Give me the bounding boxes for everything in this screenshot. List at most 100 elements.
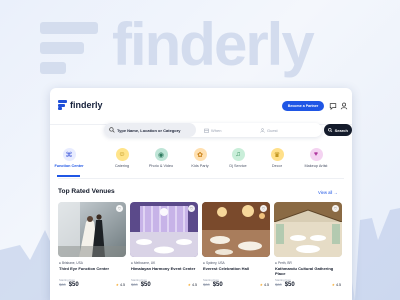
become-partner-button[interactable]: Become a Partner — [282, 101, 324, 111]
venue-location-text: Sydney, USA — [205, 261, 225, 265]
old-price: $80 — [275, 282, 282, 287]
venue-location: ● Sydney, USA — [203, 261, 225, 265]
favorite-heart-icon[interactable]: ♡ — [260, 205, 267, 212]
venue-card[interactable]: ♡ ● Brisbane, USA Third Eye Function Cent… — [58, 202, 126, 300]
background-wordmark: finderly — [0, 8, 400, 78]
venue-rating-value: 4.5 — [120, 283, 125, 287]
venue-rating: ★ 4.5 — [116, 283, 125, 287]
decor-icon: ♛ — [270, 148, 284, 161]
venue-rating: ★ 4.5 — [188, 283, 197, 287]
star-icon: ★ — [187, 283, 191, 287]
location-search-field[interactable]: Type Name, Location or Category — [104, 123, 196, 137]
logo-text: finderly — [70, 100, 103, 110]
old-price: $80 — [131, 282, 138, 287]
search-button-label: Search — [334, 127, 348, 133]
venue-location: ● Brisbane, USA — [59, 261, 83, 265]
search-button-icon — [328, 127, 333, 133]
category-label: Decor — [271, 164, 283, 168]
when-field[interactable]: When — [204, 123, 221, 137]
active-category-indicator — [57, 175, 80, 177]
background-wordmark-text: finderly — [112, 11, 315, 78]
star-icon: ★ — [259, 283, 263, 287]
venue-prices: $80 $50 — [203, 282, 223, 288]
search-bar: Type Name, Location or Category When Gue… — [104, 123, 352, 137]
venue-card[interactable]: ♡ ● Perth, BR Kathmandu Cultural Gatherin… — [274, 202, 342, 300]
venue-prices: $80 $50 — [131, 282, 151, 288]
category-label: Kids Party — [191, 164, 209, 168]
when-label: When — [211, 127, 222, 133]
category-function-center[interactable]: ⌘ Function Center — [52, 148, 86, 168]
favorite-heart-icon[interactable]: ♡ — [332, 205, 339, 212]
background-logo-icon — [40, 22, 98, 74]
venue-card[interactable]: ♡ ● Melbourne, UK Himalayan Harmony Event… — [130, 202, 198, 300]
category-label: Dj Service — [229, 164, 247, 168]
user-icon[interactable] — [340, 102, 348, 110]
venue-rating-value: 4.5 — [192, 283, 197, 287]
category-label: Catering — [114, 164, 130, 168]
star-icon: ★ — [331, 283, 335, 287]
section-title: Top Rated Venues — [58, 188, 115, 195]
category-decor[interactable]: ♛ Decor — [260, 148, 294, 168]
guests-icon — [260, 127, 265, 133]
location-pin-icon: ● — [59, 261, 61, 265]
venue-location-text: Brisbane, USA — [61, 261, 83, 265]
view-all-link[interactable]: View all → — [318, 190, 338, 195]
favorite-heart-icon[interactable]: ♡ — [116, 205, 123, 212]
guest-label: Guest — [267, 127, 278, 133]
venue-photo: ♡ — [202, 202, 270, 257]
venue-photo: ♡ — [274, 202, 342, 257]
venue-rating: ★ 4.5 — [260, 283, 269, 287]
venue-name: Himalayan Harmony Event Center — [131, 266, 196, 271]
canvas: finderly finderly Become a Partner Type … — [0, 0, 400, 300]
function-center-icon: ⌘ — [62, 148, 76, 161]
divider — [58, 178, 344, 179]
venue-photo: ♡ — [58, 202, 126, 257]
location-pin-icon: ● — [275, 261, 277, 265]
venue-rating: ★ 4.5 — [332, 283, 341, 287]
venue-card[interactable]: ♡ ● Sydney, USA Everest Celebration Hall … — [202, 202, 270, 300]
old-price: $80 — [203, 282, 210, 287]
venue-rating-value: 4.5 — [264, 283, 269, 287]
app-window: finderly Become a Partner Type Name, Loc… — [50, 88, 352, 300]
category-label: Photo & Video — [148, 164, 174, 168]
favorite-heart-icon[interactable]: ♡ — [188, 205, 195, 212]
category-label: Makeup Artist — [304, 164, 328, 168]
category-makeup-artist[interactable]: ♥ Makeup Artist — [299, 148, 333, 168]
venue-location-text: Melbourne, UK — [133, 261, 156, 265]
old-price: $80 — [59, 282, 66, 287]
star-icon: ★ — [115, 283, 119, 287]
guest-field[interactable]: Guest — [260, 123, 278, 137]
search-icon — [109, 127, 115, 133]
search-button[interactable]: Search — [324, 124, 352, 136]
view-all-label: View all — [318, 190, 333, 195]
kids-party-icon: ✿ — [193, 148, 207, 161]
location-pin-icon: ● — [203, 261, 205, 265]
camera-icon: ◉ — [154, 148, 168, 161]
location-pin-icon: ● — [131, 261, 133, 265]
arrow-right-icon: → — [333, 190, 338, 195]
venue-location: ● Perth, BR — [275, 261, 292, 265]
catering-icon: ☺ — [115, 148, 129, 161]
dj-icon: ♫ — [231, 148, 245, 161]
logo[interactable]: finderly — [58, 100, 103, 110]
venue-photo: ♡ — [130, 202, 198, 257]
category-dj-service[interactable]: ♫ Dj Service — [221, 148, 255, 168]
current-price: $50 — [212, 282, 223, 288]
current-price: $50 — [140, 282, 151, 288]
venue-name: Third Eye Function Center — [59, 266, 110, 271]
category-photo-video[interactable]: ◉ Photo & Video — [144, 148, 178, 168]
category-bar: ⌘ Function Center ☺ Catering ◉ Photo & V… — [50, 148, 352, 178]
category-catering[interactable]: ☺ Catering — [105, 148, 139, 168]
chat-icon[interactable] — [329, 102, 337, 110]
venue-prices: $80 $50 — [275, 282, 295, 288]
category-kids-party[interactable]: ✿ Kids Party — [183, 148, 217, 168]
venue-prices: $80 $50 — [59, 282, 79, 288]
makeup-icon: ♥ — [309, 148, 323, 161]
venue-location: ● Melbourne, UK — [131, 261, 155, 265]
venue-name: Kathmandu Cultural Gathering Place — [275, 266, 334, 276]
venue-location-text: Perth, BR — [277, 261, 292, 265]
logo-icon — [58, 100, 67, 110]
calendar-icon — [204, 128, 209, 133]
venue-name: Everest Celebration Hall — [203, 266, 250, 271]
venue-rating-value: 4.5 — [336, 283, 341, 287]
